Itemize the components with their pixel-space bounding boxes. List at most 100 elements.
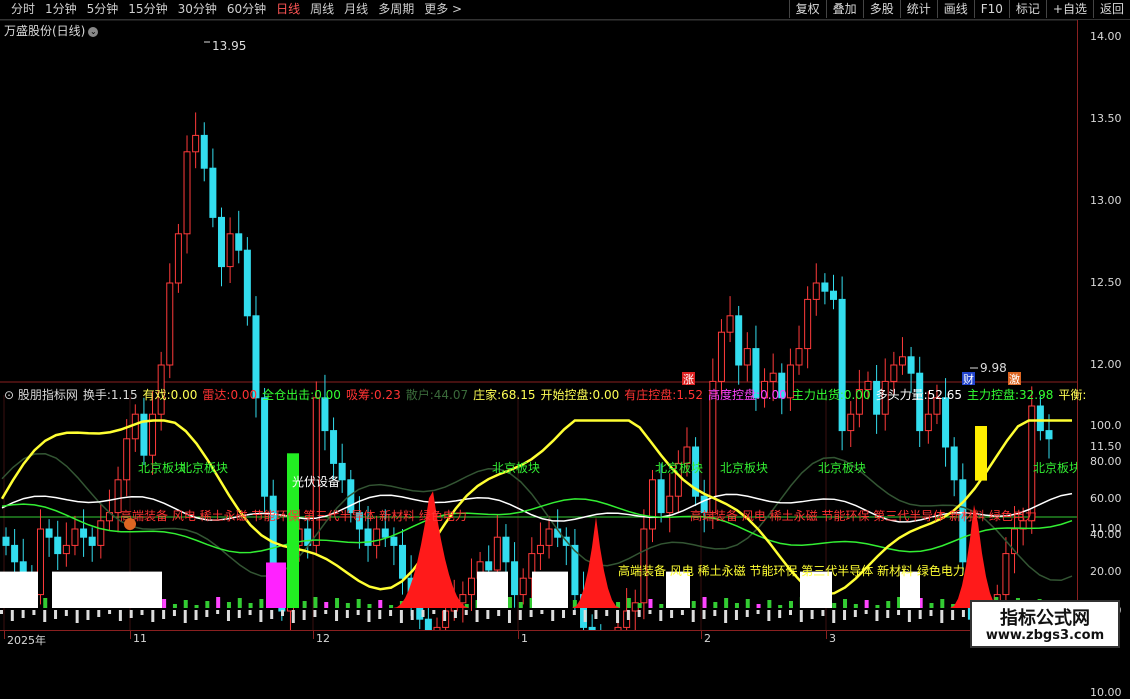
- negative-bar: [367, 610, 371, 622]
- negative-bar: [389, 610, 393, 616]
- candle-body: [11, 544, 19, 563]
- candle-body: [890, 364, 898, 382]
- legend-item: 主力控盘:32.98: [966, 388, 1054, 402]
- tool-button-8[interactable]: 返回: [1092, 0, 1130, 18]
- negative-bar: [291, 610, 295, 623]
- negative-bar: [951, 610, 955, 620]
- legend-item: 平衡:: [1058, 388, 1087, 402]
- negative-bar: [929, 610, 933, 616]
- negative-bar: [843, 610, 847, 620]
- candle-body: [924, 413, 932, 432]
- candle-body: [467, 577, 475, 596]
- candle-body: [399, 544, 407, 579]
- date-divider: [4, 631, 5, 639]
- negative-bar: [378, 610, 382, 619]
- histogram-bar: [205, 601, 210, 608]
- histogram-bar: [875, 605, 880, 608]
- price-tick: 12.00: [1090, 358, 1122, 371]
- date-tick: 2: [704, 632, 711, 645]
- negative-bar: [562, 610, 566, 618]
- indicator-legend: ⊙ 股朋指标网 换手:1.15 有戏:0.00 雷达:0.00 全仓出击:0.00 吸筹:…: [4, 386, 1091, 403]
- candle-body: [338, 462, 346, 481]
- flag-icon: [124, 518, 136, 530]
- low-label: 9.98: [980, 361, 1007, 375]
- candle-body: [536, 544, 544, 555]
- indicator-tick: 60.00: [1090, 491, 1122, 505]
- candle-body: [364, 528, 372, 546]
- negative-bar: [356, 610, 360, 615]
- candle-body: [36, 528, 44, 596]
- candle-body: [200, 134, 208, 169]
- histogram-bar: [324, 602, 329, 608]
- negative-bar: [767, 610, 771, 621]
- price-tick: 14.00: [1090, 30, 1122, 43]
- legend-item: 高度控盘:0.00: [708, 388, 787, 402]
- histogram-bar: [313, 597, 318, 608]
- sector-list-red: 高端装备 风电 稀土永磁 节能环保 第三代半导体 新材料 绿色电力: [690, 508, 1037, 523]
- price-axis-line: [1077, 20, 1078, 630]
- negative-bar: [875, 610, 879, 621]
- date-tick: 11: [133, 632, 147, 645]
- histogram-bar: [940, 599, 945, 608]
- beijing-sector-label: 北京板块: [180, 461, 228, 475]
- candle-body: [1036, 405, 1044, 432]
- negative-bar: [421, 610, 425, 617]
- candle-body: [847, 413, 855, 432]
- histogram-bar: [724, 598, 729, 608]
- candle-body: [631, 602, 639, 612]
- negative-bar: [10, 610, 14, 621]
- candle-body: [166, 282, 174, 366]
- legend-item: 有庄控盘:1.52: [624, 388, 704, 402]
- candle-body: [54, 536, 62, 555]
- negative-bar: [259, 610, 263, 622]
- candle-body: [217, 216, 225, 268]
- negative-bar: [853, 610, 857, 617]
- pv-sector-label: 光伏设备: [292, 475, 340, 489]
- negative-bar: [724, 610, 728, 623]
- date-divider: [313, 631, 314, 639]
- candle-body: [795, 348, 803, 366]
- negative-bar: [183, 610, 187, 623]
- candle-body: [226, 233, 234, 268]
- histogram-bar: [659, 604, 664, 608]
- legend-item: 换手:1.15: [82, 388, 138, 402]
- histogram-bar: [788, 601, 793, 608]
- candle-body: [373, 528, 381, 546]
- negative-bar: [162, 610, 166, 619]
- histogram-bar: [162, 599, 167, 608]
- negative-bar: [118, 610, 122, 621]
- negative-bar: [54, 610, 58, 619]
- legend-item: 庄家:68.15: [473, 388, 536, 402]
- histogram-bar: [864, 600, 869, 608]
- histogram-bar: [302, 601, 307, 608]
- price-tick: 13.50: [1090, 112, 1122, 125]
- candle-body: [62, 544, 70, 555]
- candle-body: [717, 331, 725, 382]
- negative-bar: [75, 610, 79, 623]
- price-tick: 11.50: [1090, 440, 1122, 453]
- watermark-url: www.zbgs3.com: [985, 628, 1105, 643]
- negative-bar: [918, 610, 922, 619]
- beijing-sector-label: 北京板块: [492, 461, 540, 475]
- negative-bar: [0, 610, 3, 614]
- indicator-tick: 80.00: [1090, 455, 1122, 469]
- histogram-bar: [216, 597, 221, 608]
- candle-body: [390, 536, 398, 546]
- negative-bar: [832, 610, 836, 623]
- date-divider: [701, 631, 702, 639]
- histogram-bar: [778, 605, 783, 608]
- negative-bar: [302, 610, 306, 620]
- negative-bar: [86, 610, 90, 620]
- negative-bar: [605, 610, 609, 616]
- negative-bar: [897, 610, 901, 615]
- chart-canvas[interactable]: 13.959.98涨财激北京板块北京板块 北京板块 北京板块 北京板块 北京板块 北京板块…: [0, 0, 1077, 630]
- candle-body: [114, 479, 122, 514]
- negative-bar: [583, 610, 587, 622]
- negative-bar: [432, 610, 436, 614]
- negative-bar: [626, 610, 630, 620]
- candle-body: [545, 528, 553, 546]
- candle-body: [261, 397, 269, 497]
- candle-body: [459, 594, 467, 604]
- candle-body: [381, 528, 389, 538]
- beijing-sector-label: 北京板块: [818, 461, 866, 475]
